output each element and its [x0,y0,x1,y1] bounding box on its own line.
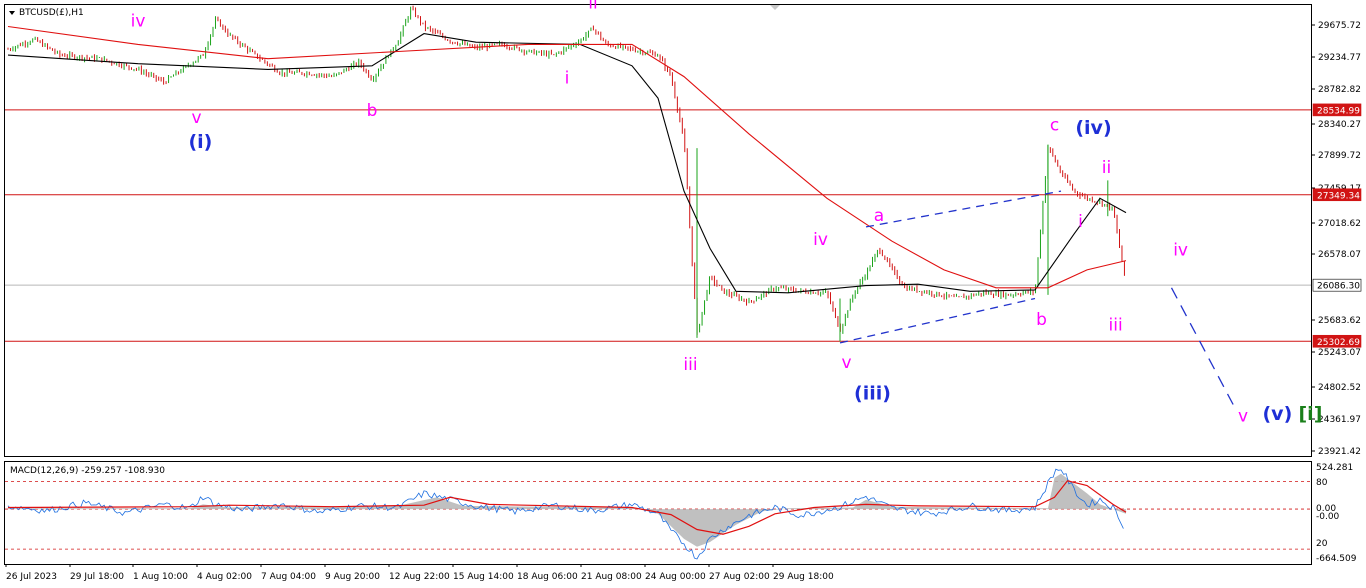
time-tick-label: 1 Aug 10:00 [133,572,188,582]
wave-label: (iii) [854,382,891,404]
wave-label: iv [1173,241,1188,261]
wave-label: v [841,353,851,373]
wave-label: iv [813,230,828,250]
price-tick-label: 25243.07 [1318,348,1361,358]
time-tick-label: 26 Jul 2023 [6,572,57,582]
wave-label: [i] [1299,403,1323,425]
wave-label: b [1036,310,1047,330]
time-tick-label: 12 Aug 22:00 [389,572,450,582]
wave-label: i [1078,212,1083,232]
wave-label: v [1238,407,1248,427]
time-tick-label: 29 Jul 18:00 [70,572,124,582]
time-tick-label: 29 Aug 18:00 [773,572,834,582]
price-tick-label: 29234.77 [1318,53,1361,63]
price-tick-label: 27899.72 [1318,151,1361,161]
wave-label: i [565,69,570,89]
macd-tick-label: -664.509 [1316,554,1357,564]
macd-label: MACD(12,26,9) -259.257 -108.930 [10,466,165,476]
wave-label: v [191,108,201,128]
price-tick-label: 23921.42 [1318,447,1361,457]
macd-tick-label: -0.00 [1316,512,1340,522]
time-tick-label: 7 Aug 04:00 [261,572,316,582]
price-tick-label: 26578.07 [1318,250,1361,260]
price-tick-label: 28782.82 [1318,85,1361,95]
price-level-badge-label: 25302.69 [1317,338,1360,348]
macd-tick-label: 80 [1316,478,1328,488]
price-tick-label: 29675.72 [1318,21,1361,31]
wave-label: b [367,101,378,121]
time-tick-label: 24 Aug 00:00 [645,572,706,582]
price-level-badge-label: 28534.99 [1317,106,1360,116]
wave-label: (i) [188,131,212,153]
time-tick-label: 18 Aug 06:00 [517,572,578,582]
price-tick-label: 24361.97 [1318,415,1361,425]
time-tick-label: 4 Aug 02:00 [197,572,252,582]
macd-tick-label: 524.281 [1316,463,1353,473]
main-plot-frame [4,4,1312,457]
macd-tick-label: 20 [1316,539,1328,549]
price-axis: 29675.72 29234.77 28782.82 28340.27 27899.72… [1311,21,1362,564]
price-level-badge-label: 26086.30 [1317,282,1360,292]
symbol-label: BTCUSD(£),H1 [19,8,84,18]
time-tick-label: 15 Aug 14:00 [453,572,514,582]
wave-label: ii [1102,158,1111,178]
wave-label: a [874,206,884,226]
price-tick-label: 28340.27 [1318,120,1361,130]
wave-label: iii [1109,316,1123,336]
time-tick-label: 21 Aug 08:00 [581,572,642,582]
price-tick-label: 27018.62 [1318,219,1361,229]
time-axis: 26 Jul 2023 29 Jul 18:00 1 Aug 10:00 4 Aug … [5,564,834,582]
wave-label: c [1050,115,1059,135]
time-tick-label: 27 Aug 02:00 [709,572,770,582]
price-tick-label: 24802.52 [1318,383,1361,393]
time-tick-label: 9 Aug 20:00 [325,572,380,582]
wave-label: ii [588,0,597,14]
wave-label: iv [131,11,146,31]
wave-label: iii [683,355,697,375]
trading-chart: 26 Jul 2023 29 Jul 18:00 1 Aug 10:00 4 Aug … [4,0,1362,582]
wave-label: (iv) [1075,117,1111,139]
price-tick-label: 25683.62 [1318,316,1361,326]
price-level-badge-label: 27349.34 [1317,191,1360,201]
wave-label: (v) [1263,403,1293,425]
